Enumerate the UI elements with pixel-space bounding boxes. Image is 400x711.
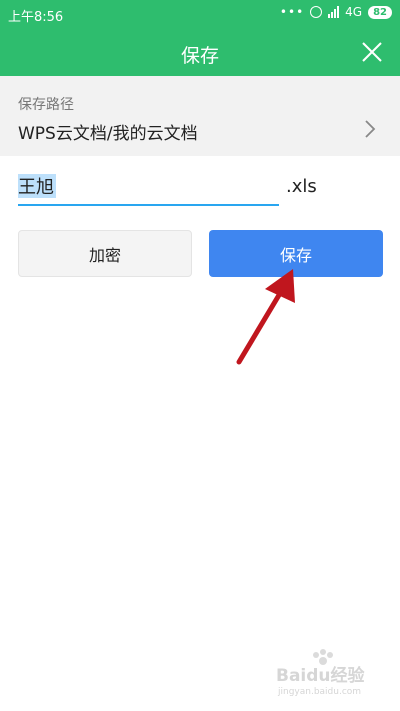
title-bar: 保存	[0, 28, 400, 76]
status-time: 上午8:56	[8, 10, 64, 25]
filename-input[interactable]	[18, 168, 279, 206]
network-type: 4G	[345, 5, 363, 19]
close-button[interactable]	[358, 38, 386, 66]
battery-level: 82	[368, 5, 392, 19]
signal-icon	[328, 6, 340, 18]
watermark-subtext: jingyan.baidu.com	[277, 687, 361, 697]
status-indicators: ••• 4G 82	[280, 5, 392, 19]
save-path-label: 保存路径	[18, 97, 74, 113]
baidu-watermark-icon: Baidu经验 jingyan.baidu.com	[276, 649, 366, 697]
watermark-text: Baidu经验	[276, 665, 366, 686]
file-extension-label: .xls	[286, 176, 317, 197]
close-icon	[362, 42, 382, 62]
notification-dots-icon: •••	[279, 5, 305, 19]
alarm-icon	[310, 6, 323, 18]
annotation-arrow-icon	[236, 269, 295, 365]
page-title: 保存	[180, 45, 219, 67]
encrypt-button[interactable]: 加密	[18, 230, 192, 277]
save-dialog-screen: 上午8:56 ••• 4G 82 保存 保存路径 WPS云文档/我的云文档 .x…	[0, 0, 400, 711]
save-path-selector[interactable]: 保存路径 WPS云文档/我的云文档	[0, 76, 400, 156]
chevron-right-icon	[365, 120, 376, 138]
status-bar: 上午8:56 ••• 4G 82	[0, 0, 400, 28]
save-path-value: WPS云文档/我的云文档	[18, 124, 198, 144]
